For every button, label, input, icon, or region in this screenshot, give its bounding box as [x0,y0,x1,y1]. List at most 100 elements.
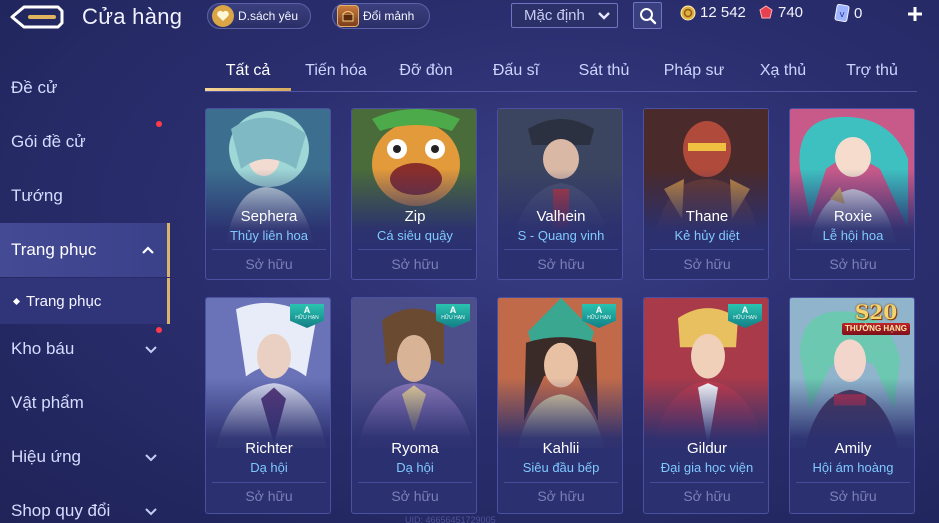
sort-dropdown[interactable]: Mặc định [511,3,618,28]
sidebar-item-effects[interactable]: Hiệu ứng [0,430,170,484]
sidebar-item-exchange-shop[interactable]: Shop quy đổi [0,484,170,523]
owned-status: Sở hữu [683,488,731,504]
badge-text: HỮU HẠN [441,315,465,321]
skin-card[interactable]: S20 THƯỞNG HẠNG Amily Hội ám hoàng Sở hữ… [789,297,915,514]
sidebar-item-label: Shop quy đổi [11,501,111,520]
page-title: Cửa hàng [82,4,183,29]
voucher-balance: v 0 [834,4,862,22]
season-reward-text: THƯỞNG HẠNG [842,323,910,335]
owned-status: Sở hữu [245,488,293,504]
add-currency-button[interactable] [904,2,926,26]
tab-tank[interactable]: Đỡ đòn [391,62,461,80]
sidebar-item-label: Tướng [11,186,63,205]
skin-card[interactable]: A HỮU HẠN Kahlii Siêu đầu bếp Sở hữu [497,297,623,514]
badge-text: HỮU HẠN [733,315,757,321]
card-divider [212,482,326,483]
chevron-down-icon [145,454,157,462]
sidebar-item-label: Hiệu ứng [11,447,81,466]
skin-name: Cá siêu quậy [377,228,453,243]
season-reward-badge: S20 THƯỞNG HẠNG [842,302,910,338]
back-button[interactable] [8,4,64,30]
chevron-up-icon [142,246,154,254]
category-tabs: Tất cả Tiến hóa Đỡ đòn Đấu sĩ Sát thủ Ph… [205,56,917,92]
sidebar-item-label: Đề cử [11,78,58,97]
sidebar-item-items[interactable]: Vật phẩm [0,376,170,430]
card-divider [504,249,618,250]
season-label: S20 [854,300,898,324]
tab-assassin[interactable]: Sát thủ [569,62,639,80]
tab-marksman[interactable]: Xạ thủ [748,62,818,80]
skin-card[interactable]: Valhein S - Quang vinh Sở hữu [497,108,623,280]
tab-fighter[interactable]: Đấu sĩ [481,62,551,80]
top-bar: Cửa hàng D.sách yêu Đổi mảnh Mặc định 12… [0,0,939,34]
skin-name: Thủy liên hoa [229,228,309,243]
ruby-amount: 740 [778,4,804,21]
owned-status: Sở hữu [391,256,439,272]
back-arrow-icon [10,5,64,29]
owned-status: Sở hữu [245,256,293,272]
gold-balance: 12 542 [680,4,746,21]
plus-icon [908,7,922,21]
badge-tier: A [741,305,749,315]
hero-name: Kahlii [542,440,580,457]
hero-name: Zip [404,208,426,225]
wishlist-button[interactable]: D.sách yêu [207,3,311,29]
skin-name: Đại gia học viện [660,460,754,475]
card-divider [358,249,472,250]
badge-text: HỮU HẠN [295,315,319,321]
hero-name: Thane [685,208,729,225]
sidebar-item-label: Kho báu [11,339,75,358]
sidebar-item-heroes[interactable]: Tướng [0,169,170,223]
search-button[interactable] [633,2,662,29]
card-divider [358,482,472,483]
sidebar-item-treasure[interactable]: Kho báu [0,322,170,376]
badge-text: HỮU HẠN [587,315,611,321]
skin-card[interactable]: Zip Cá siêu quậy Sở hữu [351,108,477,280]
sidebar-subitem-skins[interactable]: Trang phục [0,278,170,324]
sort-selected-value: Mặc định [524,7,585,24]
tab-support[interactable]: Trợ thủ [837,62,907,80]
card-divider [212,249,326,250]
sidebar-item-recommended-bundles[interactable]: Gói đề cử [0,115,170,169]
badge-tier: A [303,305,311,315]
card-divider [796,249,910,250]
skin-grid: Sephera Thủy liên hoa Sở hữu Zip Cá siêu… [205,108,917,518]
skin-name: Hội ám hoàng [812,460,894,475]
skin-name: Lễ hội hoa [822,228,884,243]
owned-status: Sở hữu [391,488,439,504]
shard-exchange-label: Đổi mảnh [363,9,415,23]
tab-all[interactable]: Tất cả [213,62,283,80]
notification-dot [156,327,162,333]
ruby-gem-icon [759,4,773,18]
voucher-amount: 0 [854,4,863,22]
chevron-down-icon [145,508,157,516]
badge-tier: A [595,305,603,315]
search-icon [639,7,656,24]
skin-card[interactable]: A HỮU HẠN Richter Dạ hội Sở hữu [205,297,331,514]
hero-name: Roxie [833,208,873,225]
tab-evolution[interactable]: Tiến hóa [301,62,371,80]
tab-mage[interactable]: Pháp sư [659,62,729,80]
card-divider [504,482,618,483]
skin-card[interactable]: A HỮU HẠN Gildur Đại gia học viện Sở hữu [643,297,769,514]
sidebar-item-recommended[interactable]: Đề cử [0,61,170,115]
sidebar-item-skins[interactable]: Trang phục [0,223,170,277]
skin-card[interactable]: Sephera Thủy liên hoa Sở hữu [205,108,331,280]
sidebar-item-label: Gói đề cử [11,132,86,151]
skin-card[interactable]: Thane Kẻ hủy diệt Sở hữu [643,108,769,280]
hero-name: Gildur [686,440,727,457]
chevron-down-icon [598,11,610,20]
card-divider [650,482,764,483]
sidebar-subitem-label: Trang phục [26,292,102,310]
sidebar-item-label: Trang phục [11,240,97,259]
heart-icon [212,5,234,27]
shard-exchange-button[interactable]: Đổi mảnh [332,3,430,29]
skin-card[interactable]: A HỮU HẠN Ryoma Dạ hội Sở hữu [351,297,477,514]
gold-amount: 12 542 [700,4,746,21]
owned-status: Sở hữu [537,488,585,504]
skin-card[interactable]: Roxie Lễ hội hoa Sở hữu [789,108,915,280]
badge-tier: A [449,305,457,315]
sidebar-item-label: Vật phẩm [11,393,84,412]
sidebar: Đề cử Gói đề cử Tướng Trang phục Trang p… [0,56,172,523]
voucher-icon: v [834,4,850,22]
